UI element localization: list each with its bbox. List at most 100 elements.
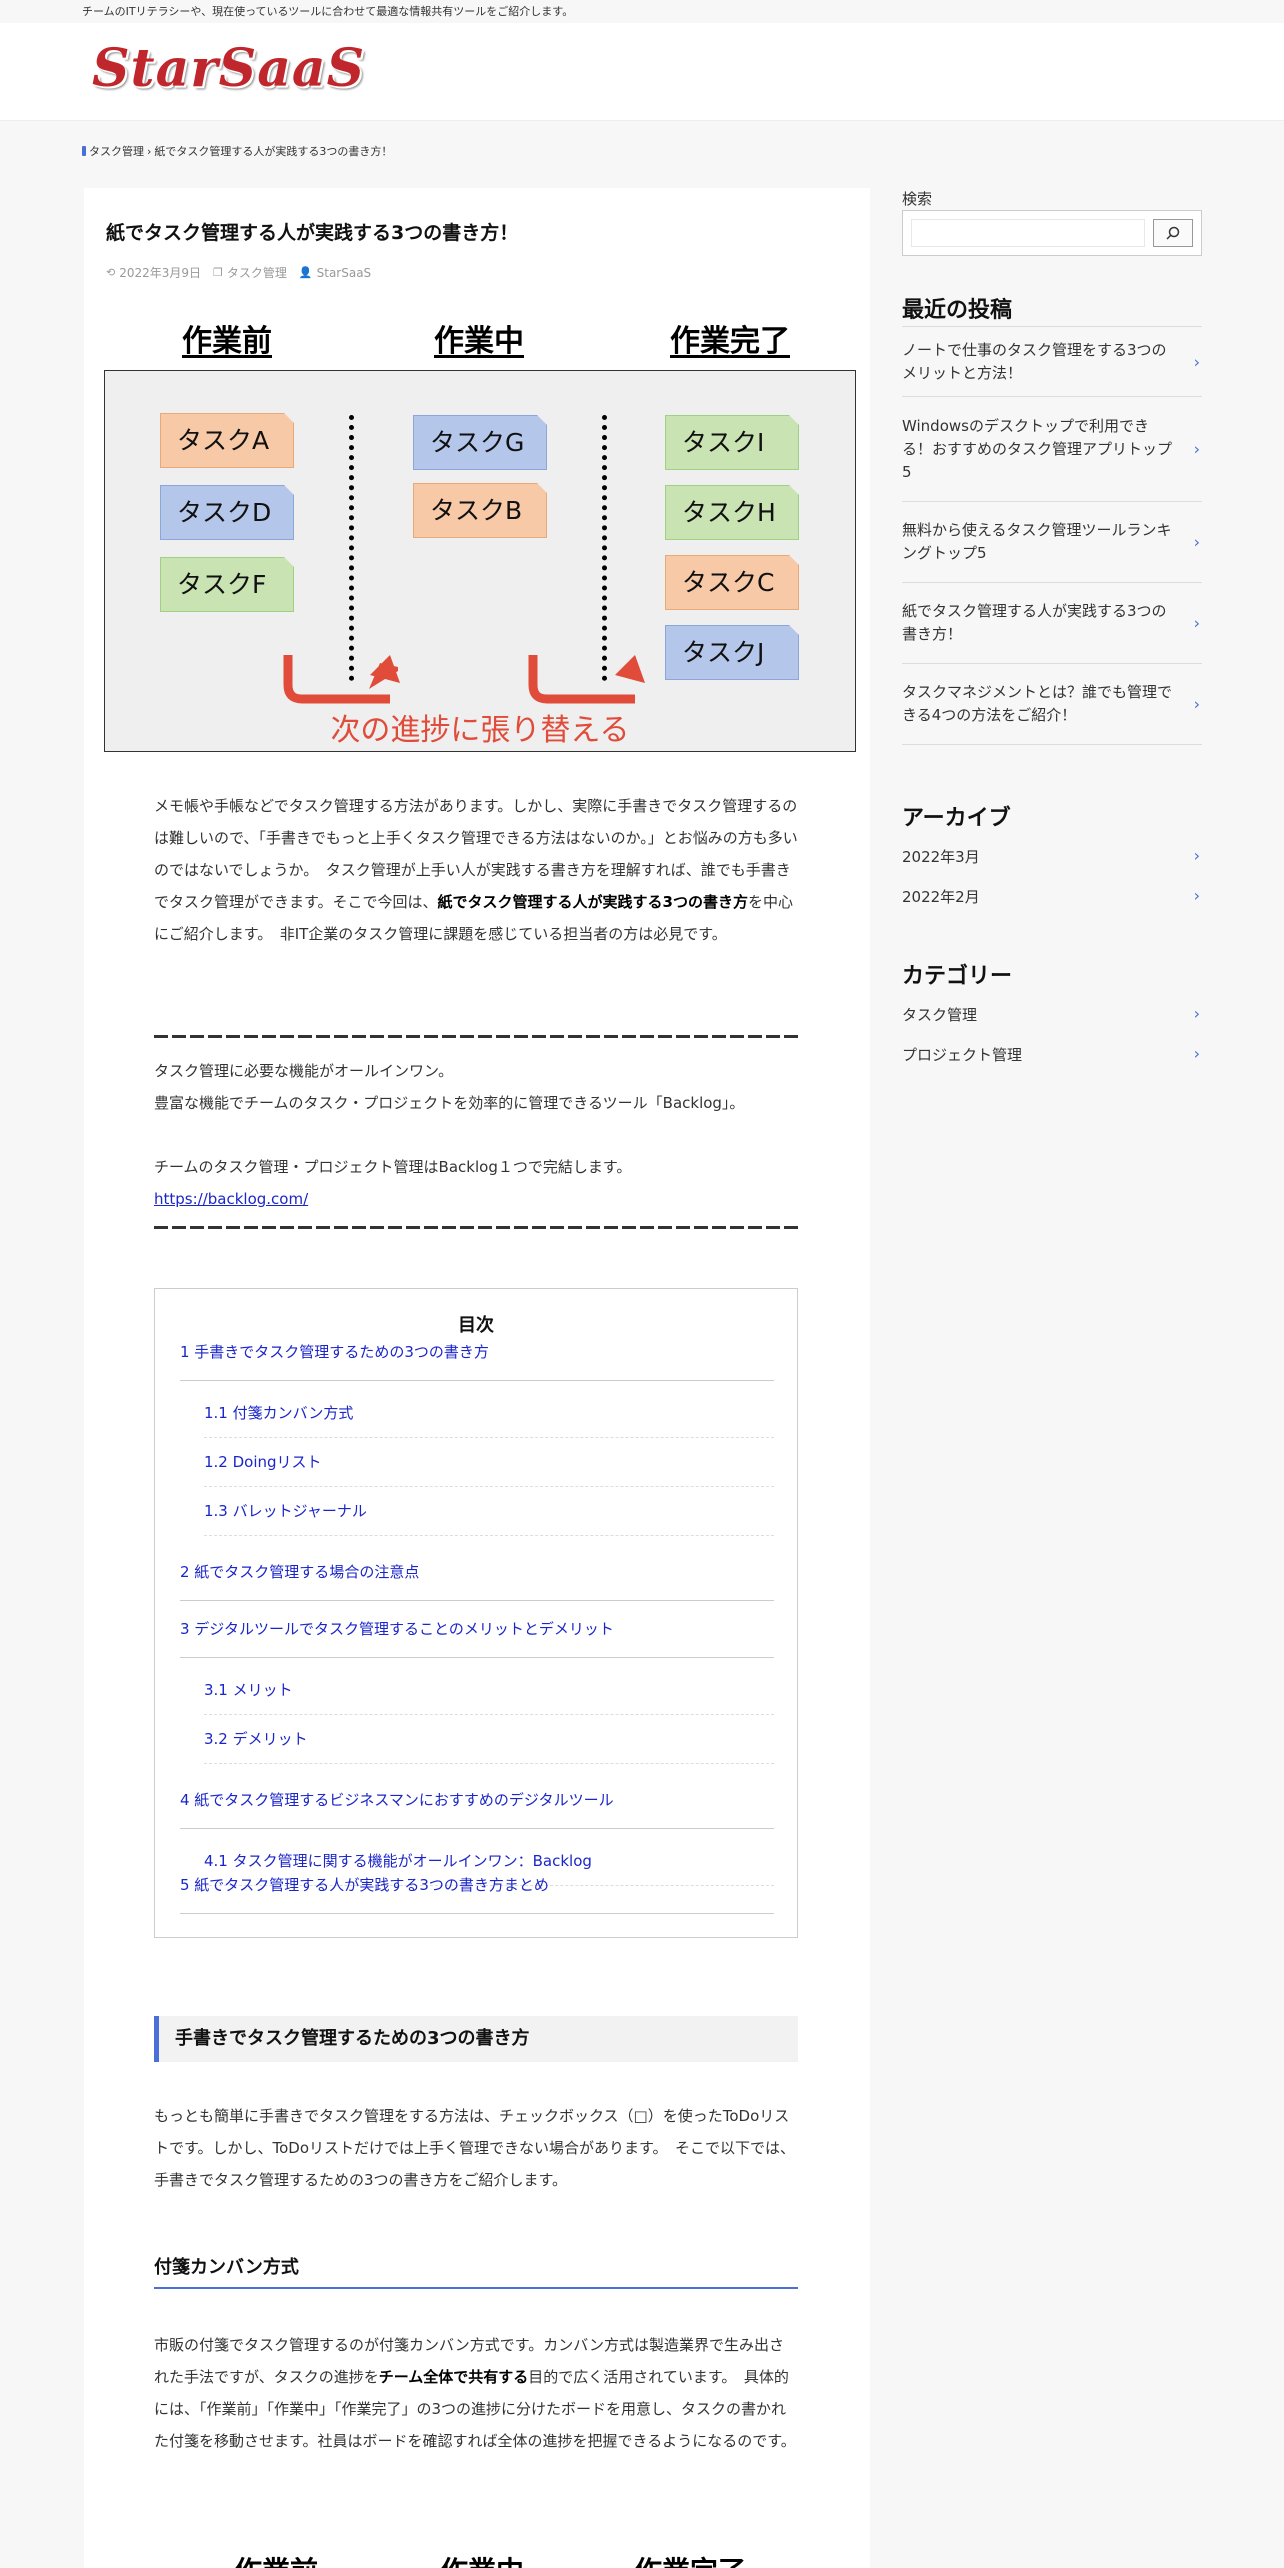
search-input[interactable]	[911, 219, 1145, 247]
toc-item[interactable]: 1.1 付箋カンバン方式	[204, 1389, 774, 1438]
column-divider	[602, 415, 607, 681]
top-tagline-bar: チームのITリテラシーや、現在使っているツールに合わせて最適な情報共有ツールをご…	[0, 0, 1284, 23]
toc-item[interactable]: 1.2 Doingリスト	[204, 1438, 774, 1487]
figure-banner: 次の進捗に張り替える	[330, 713, 630, 748]
toc-item[interactable]: 3.2 デメリット	[204, 1715, 774, 1764]
recent-post-link[interactable]: ノートで仕事のタスク管理をする3つのメリットと方法！ ›	[902, 327, 1202, 397]
sidebar: 検索 最近の投稿 ノートで仕事のタスク管理をする3つのメリットと方法！ › Win…	[902, 188, 1202, 1064]
chevron-right-icon: ›	[1193, 886, 1200, 905]
category-link[interactable]: タスク管理 ›	[902, 1004, 1202, 1025]
toc-item[interactable]: 2 紙でタスク管理する場合の注意点	[180, 1544, 774, 1601]
task-card: タスクI	[665, 415, 799, 470]
chevron-right-icon: ›	[1193, 1004, 1200, 1023]
category-title: カテゴリー	[902, 964, 1013, 989]
kanban-figure: 作業前 作業中 作業完了 タスクA タスクD タスクF タスクG タスクB タス…	[104, 316, 856, 752]
site-header: StarSaaS	[0, 23, 1284, 121]
task-card: タスクA	[160, 413, 294, 468]
task-card: タスクH	[665, 485, 799, 540]
move-arrow-icon	[528, 655, 645, 704]
kanban-figure-2: 作業前 作業中 作業完了	[84, 2550, 870, 2568]
kanban-board: タスクA タスクD タスクF タスクG タスクB タスクI タスクH タスクC …	[104, 370, 856, 752]
promo-line: タスク管理に必要な機能がオールインワン。	[154, 1062, 454, 1080]
subsection-paragraph: 市販の付箋でタスク管理するのが付箋カンバン方式です。カンバン方式は製造業界で生み…	[154, 2329, 798, 2457]
task-card: タスクB	[413, 483, 547, 538]
tagline-text: チームのITリテラシーや、現在使っているツールに合わせて最適な情報共有ツールをご…	[82, 5, 574, 18]
clock-icon: ⟲	[106, 266, 116, 279]
dashed-divider	[154, 1035, 798, 1038]
dashed-divider	[154, 1226, 798, 1229]
search-button[interactable]	[1153, 219, 1193, 247]
post-author-text: StarSaaS	[316, 265, 372, 280]
toc-item[interactable]: 1 手書きでタスク管理するための3つの書き方	[180, 1324, 774, 1381]
archive-title: アーカイブ	[902, 806, 1011, 831]
toc-item[interactable]: 3.1 メリット	[204, 1666, 774, 1715]
category-label: プロジェクト管理	[902, 1046, 1023, 1064]
post-date-text: 2022年3月9日	[119, 266, 202, 280]
breadcrumb: タスク管理 › 紙でタスク管理する人が実践する3つの書き方！	[82, 143, 392, 159]
folder-icon: ❐	[213, 266, 223, 279]
post-meta: ⟲ 2022年3月9日 ❐ タスク管理 👤 StarSaaS	[106, 264, 371, 281]
subsection-heading: 付箋カンバン方式	[154, 2253, 798, 2289]
recent-post-label: 無料から使えるタスク管理ツールランキングトップ5	[902, 521, 1172, 562]
figure2-column-done: 作業完了	[634, 2550, 746, 2568]
recent-post-label: ノートで仕事のタスク管理をする3つのメリットと方法！	[902, 340, 1167, 382]
column-divider	[349, 415, 354, 681]
figure-column-doing: 作業中	[434, 324, 524, 359]
backlog-link[interactable]: https://backlog.com/	[154, 1190, 308, 1208]
category-link[interactable]: プロジェクト管理 ›	[902, 1044, 1202, 1065]
recent-post-label: タスクマネジメントとは？誰でも管理できる4つの方法をご紹介！	[902, 683, 1173, 724]
home-icon[interactable]	[82, 146, 86, 156]
toc-item[interactable]: 3 デジタルツールでタスク管理することのメリットとデメリット	[180, 1601, 774, 1658]
breadcrumb-current: 紙でタスク管理する人が実践する3つの書き方！	[154, 145, 393, 158]
user-icon: 👤	[298, 266, 313, 279]
chevron-right-icon: ›	[1193, 352, 1200, 371]
move-arrow-icon	[283, 655, 400, 704]
search-widget	[902, 210, 1202, 256]
chevron-right-icon: ›	[1193, 439, 1200, 459]
section-paragraph: もっとも簡単に手書きでタスク管理をする方法は、チェックボックス（□）を使ったTo…	[154, 2107, 796, 2189]
category-label: タスク管理	[902, 1006, 978, 1024]
archive-link[interactable]: 2022年3月 ›	[902, 846, 1202, 867]
toc-item[interactable]: 5 紙でタスク管理する人が実践する3つの書き方まとめ	[180, 1857, 774, 1914]
recent-posts-title: 最近の投稿	[902, 298, 1013, 323]
search-label: 検索	[902, 190, 933, 208]
breadcrumb-separator: ›	[147, 144, 152, 158]
promo-line: チームのタスク管理・プロジェクト管理はBacklog１つで完結します。	[154, 1158, 632, 1176]
section-heading: 手書きでタスク管理するための3つの書き方	[154, 2016, 798, 2062]
task-card: タスクC	[665, 555, 799, 610]
intro-paragraph: メモ帳や手帳などでタスク管理する方法があります。しかし、実際に手書きでタスク管理…	[154, 790, 798, 950]
recent-post-label: Windowsのデスクトップで利用できる！おすすめのタスク管理アプリトップ5	[902, 416, 1173, 481]
site-logo[interactable]: StarSaaS	[92, 38, 365, 99]
task-card: タスクF	[160, 557, 294, 612]
p3-bold-text: チーム全体で共有する	[378, 2368, 529, 2386]
post-category-link[interactable]: タスク管理	[227, 264, 287, 281]
figure-column-done: 作業完了	[670, 324, 790, 359]
promo-line: 豊富な機能でチームのタスク・プロジェクトを効率的に管理できるツール「Backlo…	[154, 1094, 745, 1112]
recent-post-link[interactable]: 無料から使えるタスク管理ツールランキングトップ5 ›	[902, 502, 1202, 583]
intro-bold-text: 紙でタスク管理する人が実践する3つの書き方	[437, 893, 748, 911]
search-icon	[1166, 226, 1180, 240]
toc-item[interactable]: 4 紙でタスク管理するビジネスマンにおすすめのデジタルツール	[180, 1772, 774, 1829]
chevron-right-icon: ›	[1193, 1044, 1200, 1063]
archive-link[interactable]: 2022年2月 ›	[902, 886, 1202, 907]
post-category: ❐ タスク管理	[213, 264, 287, 281]
recent-post-label: 紙でタスク管理する人が実践する3つの書き方！	[902, 602, 1167, 643]
article-container: 紙でタスク管理する人が実践する3つの書き方！ ⟲ 2022年3月9日 ❐ タスク管理…	[84, 188, 870, 2568]
recent-post-link[interactable]: Windowsのデスクトップで利用できる！おすすめのタスク管理アプリトップ5 ›	[902, 397, 1202, 502]
page-title: 紙でタスク管理する人が実践する3つの書き方！	[106, 222, 519, 244]
recent-post-link[interactable]: タスクマネジメントとは？誰でも管理できる4つの方法をご紹介！ ›	[902, 664, 1202, 745]
chevron-right-icon: ›	[1193, 846, 1200, 865]
task-card: タスクD	[160, 485, 294, 540]
table-of-contents: 目次 1 手書きでタスク管理するための3つの書き方 1.1 付箋カンバン方式 1…	[154, 1288, 798, 1938]
post-date: ⟲ 2022年3月9日	[106, 264, 201, 281]
toc-item[interactable]: 1.3 バレットジャーナル	[204, 1487, 774, 1536]
recent-post-link[interactable]: 紙でタスク管理する人が実践する3つの書き方！ ›	[902, 583, 1202, 664]
chevron-right-icon: ›	[1193, 532, 1200, 552]
chevron-right-icon: ›	[1193, 613, 1200, 633]
archive-label: 2022年2月	[902, 888, 980, 906]
archive-label: 2022年3月	[902, 848, 980, 866]
chevron-right-icon: ›	[1193, 694, 1200, 714]
figure2-column-doing: 作業中	[440, 2550, 524, 2568]
breadcrumb-category-link[interactable]: タスク管理	[89, 143, 144, 159]
post-author: 👤 StarSaaS	[299, 266, 371, 280]
